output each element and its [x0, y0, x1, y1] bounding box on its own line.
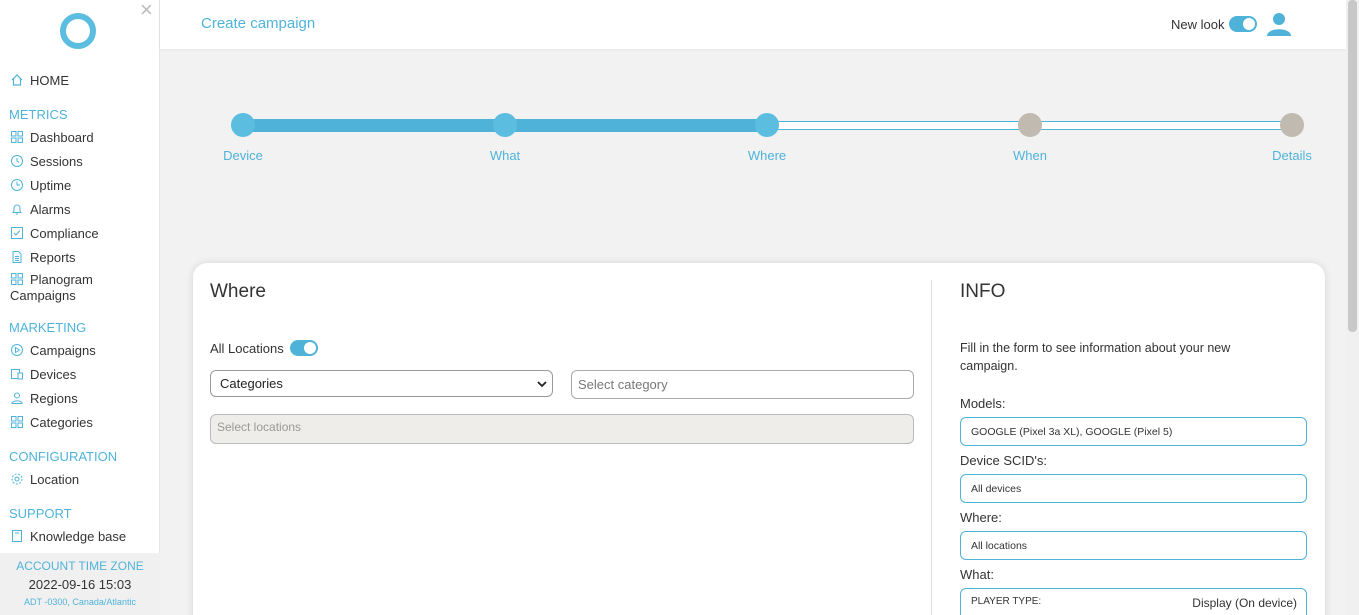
sidebar-item-label: Sessions [30, 153, 83, 169]
grid-icon [10, 415, 24, 429]
where-info-label: Where: [960, 510, 1002, 525]
document-icon [10, 250, 24, 264]
close-sidebar-icon[interactable]: × [140, 0, 153, 21]
sidebar-item-knowledge-base[interactable]: Knowledge base [0, 524, 160, 548]
sidebar-item-compliance[interactable]: Compliance [0, 221, 160, 245]
sidebar-item-label: Location [30, 471, 80, 487]
all-locations-label: All Locations [210, 341, 284, 356]
sidebar-item-campaigns[interactable]: Campaigns [0, 338, 160, 362]
user-icon[interactable] [1266, 11, 1292, 37]
sidebar-item-label-line2: Campaigns [10, 288, 76, 303]
page-title: Create campaign [201, 15, 316, 32]
gear-icon [10, 472, 24, 486]
where-card: Where All Locations Categories Select ca… [193, 263, 1325, 615]
history-icon [10, 154, 24, 168]
sidebar-item-label: Categories [30, 414, 93, 430]
new-look-toggle[interactable] [1229, 16, 1257, 32]
locations-input[interactable]: Select locations [210, 414, 914, 444]
models-label: Models: [960, 396, 1006, 411]
home-icon [10, 73, 24, 87]
step-label-what[interactable]: What [490, 148, 520, 163]
clock-icon [10, 178, 24, 192]
all-locations-toggle[interactable] [290, 340, 318, 356]
section-support: SUPPORT [9, 506, 72, 521]
what-label: What: [960, 567, 994, 582]
step-dot-where[interactable] [755, 113, 779, 137]
step-label-details[interactable]: Details [1272, 148, 1312, 163]
step-label-device[interactable]: Device [223, 148, 263, 163]
section-marketing: MARKETING [9, 320, 87, 335]
scrollbar-thumb[interactable] [1348, 0, 1357, 332]
sidebar-item-label: Reports [30, 249, 76, 265]
sidebar-item-devices[interactable]: Devices [0, 362, 160, 386]
timezone-title: ACCOUNT TIME ZONE [16, 559, 144, 573]
sidebar-item-label: Dashboard [30, 129, 94, 145]
sidebar: × HOME METRICS Dashboard Sessions Uptime… [0, 0, 160, 615]
sidebar-item-regions[interactable]: Regions [0, 386, 160, 410]
page-scrollbar[interactable] [1346, 0, 1359, 615]
sidebar-item-sessions[interactable]: Sessions [0, 149, 160, 173]
sidebar-item-label: Devices [30, 366, 77, 382]
scid-label: Device SCID's: [960, 453, 1048, 468]
scid-field: All devices [960, 474, 1307, 503]
sidebar-item-alarms[interactable]: Alarms [0, 197, 160, 221]
timezone-time: 2022-09-16 15:03 [28, 577, 132, 592]
player-type-key: PLAYER TYPE: [971, 596, 1042, 607]
app-logo[interactable] [60, 13, 96, 49]
card-divider [931, 280, 932, 615]
step-dot-device[interactable] [231, 113, 255, 137]
new-look-label: New look [1171, 17, 1225, 32]
sidebar-item-label: Planogram [30, 272, 93, 287]
where-heading: Where [210, 281, 266, 302]
timezone-zone: ADT -0300, Canada/Atlantic [24, 597, 136, 607]
step-label-where[interactable]: Where [748, 148, 786, 163]
step-dot-details[interactable] [1280, 113, 1304, 137]
category-input[interactable]: Select category [571, 370, 914, 399]
play-circle-icon [10, 343, 24, 357]
models-field: GOOGLE (Pixel 3a XL), GOOGLE (Pixel 5) [960, 417, 1307, 446]
step-dot-when[interactable] [1018, 113, 1042, 137]
section-metrics: METRICS [9, 107, 68, 122]
sidebar-item-label: Knowledge base [30, 528, 127, 544]
sidebar-nav: HOME METRICS Dashboard Sessions Uptime A… [0, 68, 160, 548]
devices-icon [10, 367, 24, 381]
sidebar-item-label: Campaigns [30, 342, 96, 358]
sidebar-item-planogram-campaigns[interactable]: Planogram Campaigns [0, 269, 160, 305]
top-bar: Create campaign New look [160, 0, 1346, 49]
sidebar-item-label: Regions [30, 390, 78, 406]
book-icon [10, 529, 24, 543]
sidebar-item-categories[interactable]: Categories [0, 410, 160, 434]
planogram-icon [10, 272, 24, 286]
sidebar-item-reports[interactable]: Reports [0, 245, 160, 269]
info-heading: INFO [960, 281, 1006, 302]
chevron-down-icon [537, 381, 547, 388]
step-label-when[interactable]: When [1013, 148, 1047, 163]
sidebar-item-uptime[interactable]: Uptime [0, 173, 160, 197]
checkbox-icon [10, 226, 24, 240]
sidebar-item-label: HOME [30, 72, 69, 88]
where-info-field: All locations [960, 531, 1307, 560]
info-description: Fill in the form to see information abou… [960, 341, 1231, 373]
sidebar-item-dashboard[interactable]: Dashboard [0, 125, 160, 149]
section-configuration: CONFIGURATION [9, 449, 118, 464]
sidebar-item-label: Compliance [30, 225, 99, 241]
sidebar-item-home[interactable]: HOME [0, 68, 160, 92]
step-dot-what[interactable] [493, 113, 517, 137]
bell-icon [10, 202, 24, 216]
filter-type-value: Categories [220, 376, 283, 391]
sidebar-item-location[interactable]: Location [0, 467, 160, 491]
campaign-stepper: Device What Where When Details [160, 100, 1346, 180]
player-type-value: Display (On device) [1192, 596, 1297, 610]
filter-type-select[interactable]: Categories [210, 370, 553, 397]
person-pin-icon [10, 391, 24, 405]
sidebar-item-label: Uptime [30, 177, 72, 193]
account-timezone: ACCOUNT TIME ZONE 2022-09-16 15:03 ADT -… [0, 553, 160, 615]
sidebar-item-label: Alarms [30, 201, 71, 217]
what-field: PLAYER TYPE: Display (On device) [960, 588, 1307, 615]
grid-icon [10, 130, 24, 144]
